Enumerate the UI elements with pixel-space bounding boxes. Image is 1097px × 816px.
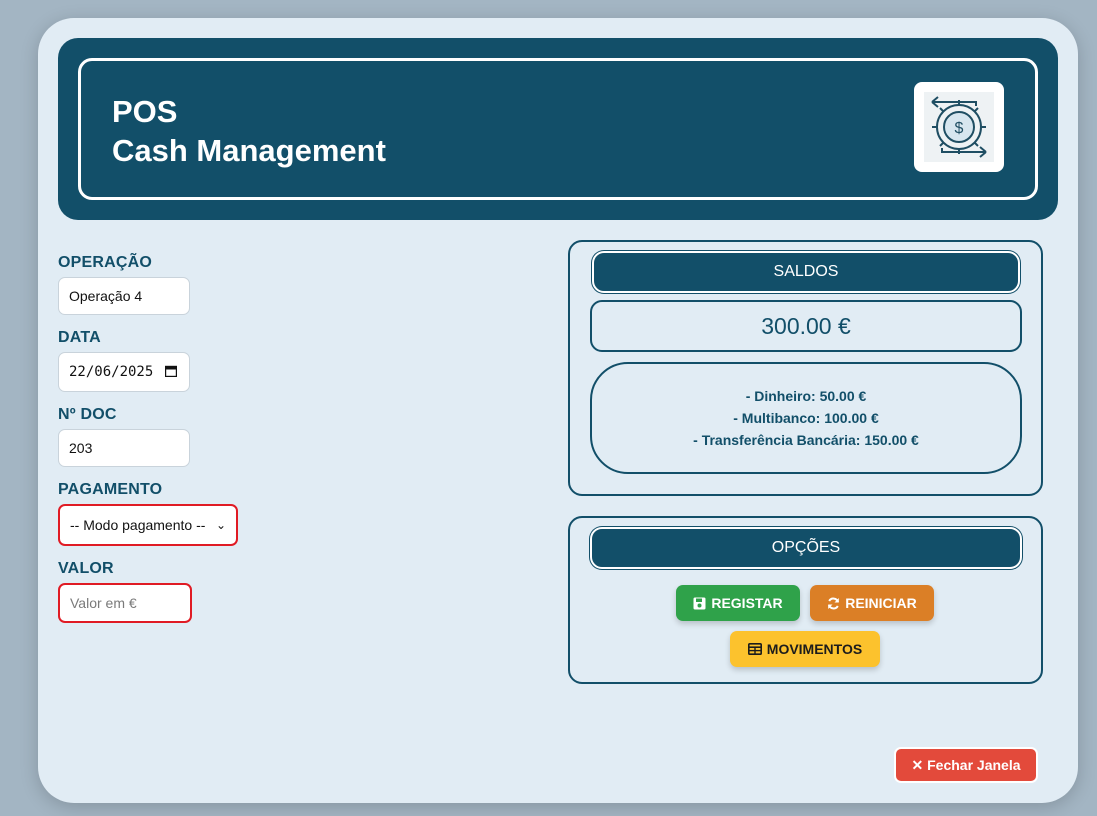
valor-input[interactable]: Valor em €: [58, 583, 192, 623]
saldos-title: SALDOS: [773, 263, 839, 280]
doc-number-value: 203: [69, 440, 93, 456]
valor-label: VALOR: [58, 560, 114, 577]
doc-number-input[interactable]: 203: [58, 429, 190, 467]
operacao-value: Operação 4: [69, 288, 143, 304]
header-frame: POS Cash Management $: [78, 58, 1038, 200]
table-icon: [747, 643, 762, 655]
refresh-icon: [828, 597, 840, 609]
title-line-cash-management: Cash Management: [112, 133, 386, 168]
page-title: POS Cash Management: [112, 92, 386, 170]
movimentos-label: MOVIMENTOS: [766, 641, 863, 657]
movimentos-button[interactable]: MOVIMENTOS: [730, 631, 880, 667]
doc-label: Nº DOC: [58, 406, 117, 423]
close-window-label: ✕ Fechar Janela: [911, 756, 1021, 773]
payment-mode-select[interactable]: -- Modo pagamento -- ⌄: [58, 504, 238, 546]
logo: $: [914, 82, 1004, 172]
date-input[interactable]: 22/06/2025: [58, 352, 190, 392]
header-banner: POS Cash Management $: [58, 38, 1058, 220]
saldo-line-transferencia: - Transferência Bancária: 150.00 €: [693, 432, 919, 448]
data-label: DATA: [58, 329, 101, 346]
pagamento-label: PAGAMENTO: [58, 481, 163, 498]
saldo-line-dinheiro: - Dinheiro: 50.00 €: [745, 388, 867, 404]
operacao-input[interactable]: Operação 4: [58, 277, 190, 315]
title-line-pos: POS: [112, 94, 178, 129]
calendar-icon[interactable]: [165, 365, 177, 377]
cash-flow-dollar-gear-icon: $: [924, 92, 994, 162]
chevron-down-icon: ⌄: [215, 518, 226, 532]
registar-button[interactable]: REGISTAR: [676, 585, 800, 621]
close-window-button[interactable]: ✕ Fechar Janela: [894, 747, 1038, 783]
saldos-panel: SALDOS 300.00 € - Dinheiro: 50.00 € - Mu…: [568, 240, 1043, 496]
reiniciar-button[interactable]: REINICIAR: [810, 585, 934, 621]
registar-label: REGISTAR: [711, 595, 783, 611]
opcoes-header: OPÇÕES: [590, 527, 1022, 569]
saldo-line-multibanco: - Multibanco: 100.00 €: [733, 410, 879, 426]
payment-mode-selected: -- Modo pagamento --: [70, 517, 206, 533]
saldo-breakdown: - Dinheiro: 50.00 € - Multibanco: 100.00…: [590, 362, 1022, 474]
date-value: 22/06/2025: [69, 364, 154, 380]
saldo-total: 300.00 €: [590, 300, 1022, 352]
opcoes-title: OPÇÕES: [771, 539, 841, 556]
reiniciar-label: REINICIAR: [845, 595, 917, 611]
saldo-total-value: 300.00 €: [761, 312, 851, 339]
valor-placeholder: Valor em €: [70, 595, 137, 611]
saldos-header: SALDOS: [592, 251, 1020, 293]
operacao-label: OPERAÇÃO: [58, 254, 153, 271]
svg-text:$: $: [955, 120, 964, 137]
app-window: POS Cash Management $ OPERAÇÃO Operação …: [38, 18, 1078, 803]
opcoes-panel: OPÇÕES REGISTAR REINICIAR MOVIMENTOS: [568, 516, 1043, 684]
save-icon: [693, 597, 706, 609]
